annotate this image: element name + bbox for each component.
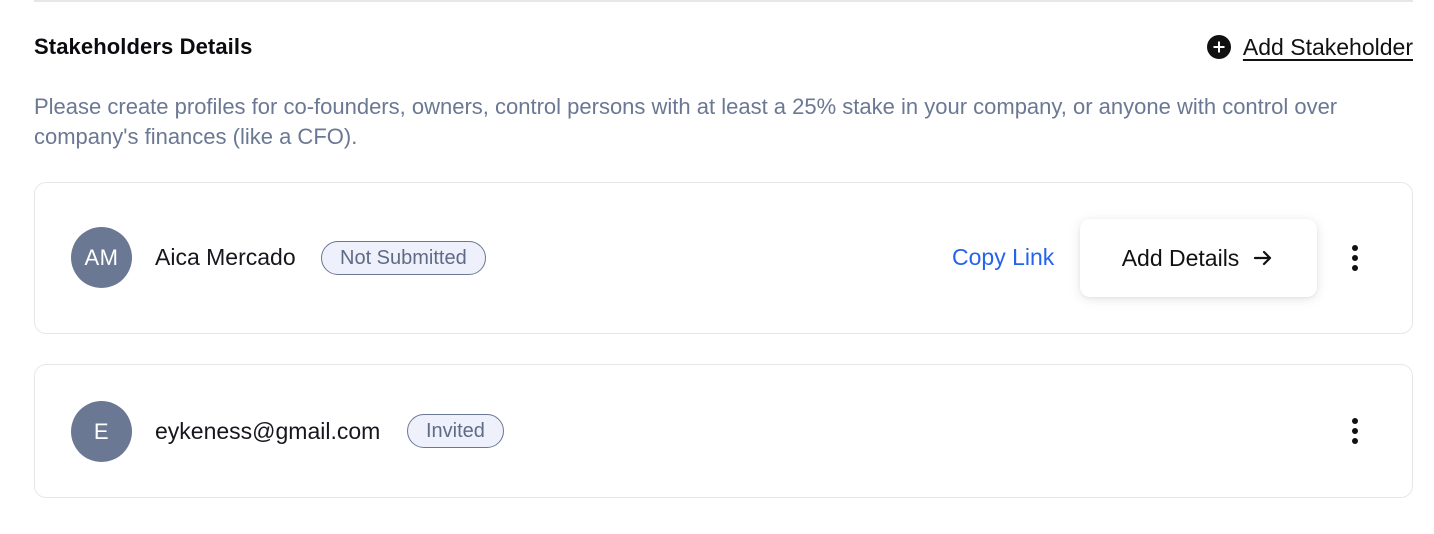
- status-badge: Not Submitted: [321, 241, 486, 275]
- add-stakeholder-label[interactable]: Add Stakeholder: [1243, 34, 1413, 61]
- stakeholders-section: Stakeholders Details Add Stakeholder Ple…: [0, 0, 1434, 534]
- plus-circle-icon[interactable]: [1206, 35, 1231, 59]
- section-title: Stakeholders Details: [34, 34, 253, 59]
- add-stakeholder-button[interactable]: Add Stakeholder: [1206, 34, 1413, 61]
- add-details-button[interactable]: Add Details: [1080, 219, 1317, 297]
- divider: [34, 0, 1413, 2]
- more-options-icon[interactable]: [1343, 238, 1367, 278]
- status-badge: Invited: [407, 414, 504, 448]
- section-description: Please create profiles for co-founders, …: [34, 94, 1338, 149]
- add-details-label[interactable]: Add Details: [1122, 245, 1240, 272]
- avatar: E: [71, 401, 132, 462]
- copy-link-button[interactable]: Copy Link: [952, 244, 1054, 271]
- more-options-icon[interactable]: [1343, 411, 1367, 451]
- stakeholder-name: eykeness@gmail.com: [155, 418, 381, 444]
- arrow-right-icon: [1254, 250, 1272, 266]
- stakeholder-card: E eykeness@gmail.com Invited: [34, 364, 1413, 498]
- avatar: AM: [71, 227, 132, 288]
- stakeholder-card: AM Aica Mercado Not Submitted Copy Link …: [34, 182, 1413, 334]
- section-header: Stakeholders Details Add Stakeholder: [34, 32, 1413, 62]
- stakeholder-name: Aica Mercado: [155, 244, 296, 270]
